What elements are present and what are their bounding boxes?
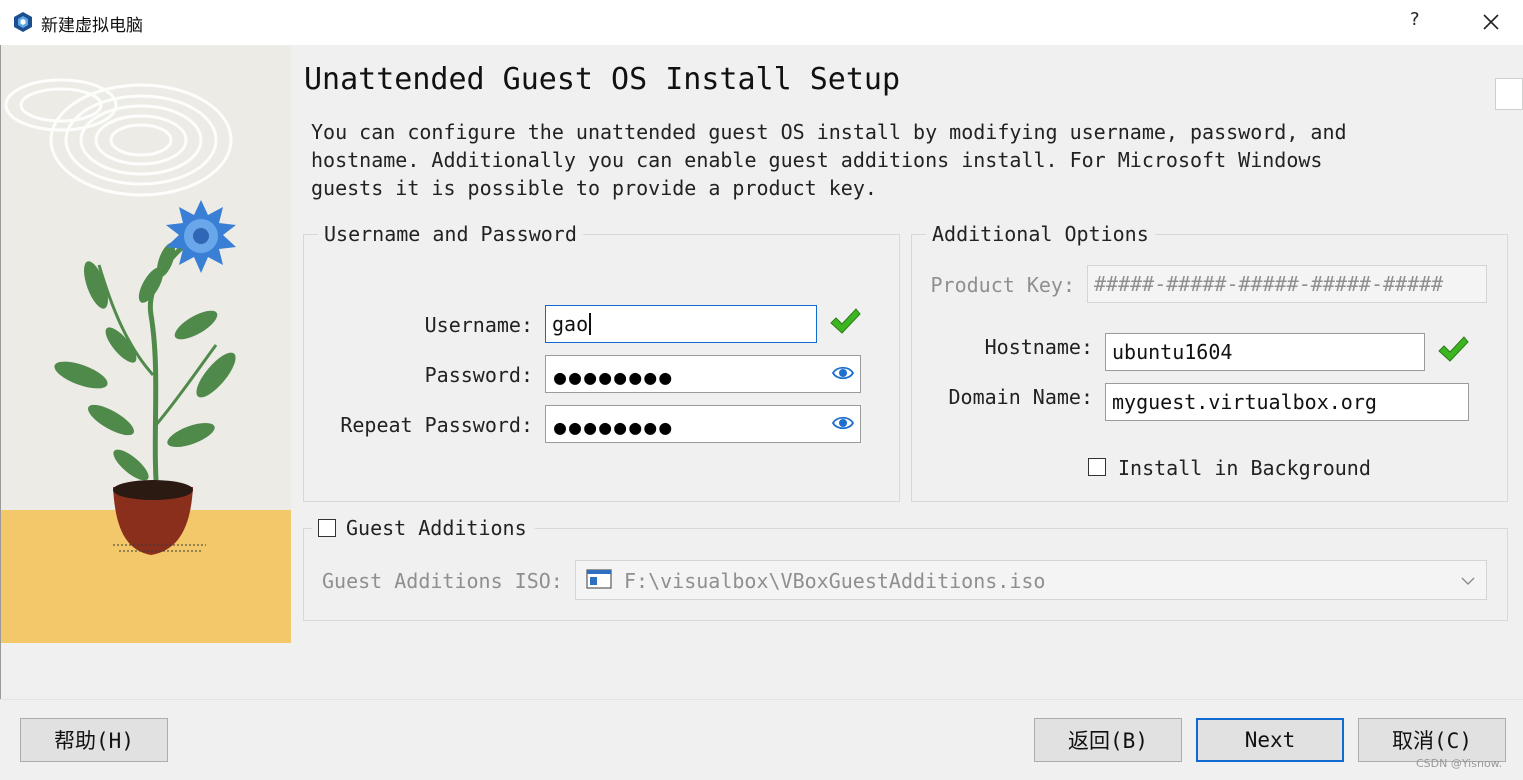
text-caret	[589, 313, 592, 335]
chevron-down-icon[interactable]	[1450, 561, 1486, 599]
back-button[interactable]: 返回(B)	[1034, 718, 1182, 762]
disc-image-file-icon	[586, 569, 612, 589]
help-button-footer[interactable]: 帮助(H)	[20, 718, 168, 762]
product-key-placeholder: #####-#####-#####-#####-#####	[1094, 272, 1444, 296]
password-input[interactable]: ●●●●●●●●	[545, 355, 861, 393]
hostname-valid-check-icon	[1438, 336, 1469, 362]
product-key-input[interactable]: #####-#####-#####-#####-#####	[1087, 265, 1487, 303]
password-label: Password:	[424, 363, 533, 387]
domain-name-value: myguest.virtualbox.org	[1112, 390, 1377, 414]
username-value: gao	[552, 312, 589, 336]
next-button[interactable]: Next	[1196, 718, 1344, 762]
repeat-password-input[interactable]: ●●●●●●●●	[545, 405, 861, 443]
page-title: Unattended Guest OS Install Setup	[304, 62, 901, 97]
help-button[interactable]: ?	[1410, 9, 1420, 30]
side-panel-icon	[1495, 78, 1523, 110]
wizard-illustration	[1, 45, 291, 643]
username-label: Username:	[424, 313, 533, 337]
username-password-legend: Username and Password	[318, 222, 583, 246]
guest-additions-iso-label: Guest Additions ISO:	[322, 569, 563, 593]
repeat-password-mask: ●●●●●●●●	[554, 415, 675, 439]
show-repeat-password-eye-icon[interactable]	[832, 413, 854, 433]
guest-additions-checkbox[interactable]	[318, 519, 336, 537]
additional-options-legend: Additional Options	[926, 222, 1155, 246]
flower-pot-illustration	[1, 45, 291, 643]
virtualbox-app-icon	[14, 12, 32, 32]
guest-additions-iso-combobox[interactable]: F:\visualbox\VBoxGuestAdditions.iso	[575, 560, 1487, 600]
guest-additions-iso-path: F:\visualbox\VBoxGuestAdditions.iso	[624, 569, 1046, 593]
watermark: CSDN @Yisnow.	[1416, 757, 1503, 770]
title-bar: 新建虚拟电脑 ?	[0, 0, 1523, 45]
guest-additions-legend-wrap: Guest Additions	[312, 516, 535, 540]
domain-name-label: Domain Name:	[948, 385, 1094, 409]
hostname-input[interactable]: ubuntu1604	[1105, 333, 1425, 371]
close-icon[interactable]	[1477, 8, 1505, 36]
username-input[interactable]: gao	[545, 305, 817, 343]
cancel-button[interactable]: 取消(C)	[1358, 718, 1506, 762]
install-in-background-label[interactable]: Install in Background	[1118, 456, 1371, 480]
repeat-password-label: Repeat Password:	[340, 413, 533, 437]
product-key-label: Product Key:	[930, 273, 1076, 297]
guest-additions-label[interactable]: Guest Additions	[346, 516, 527, 540]
hostname-value: ubuntu1604	[1112, 340, 1233, 364]
domain-name-input[interactable]: myguest.virtualbox.org	[1105, 383, 1469, 421]
window-title: 新建虚拟电脑	[41, 16, 143, 36]
hostname-label: Hostname:	[984, 335, 1093, 359]
install-in-background-checkbox[interactable]	[1088, 458, 1106, 476]
password-mask: ●●●●●●●●	[554, 365, 675, 389]
username-valid-check-icon	[830, 308, 861, 334]
show-password-eye-icon[interactable]	[832, 363, 854, 383]
page-description: You can configure the unattended guest O…	[311, 120, 1347, 200]
